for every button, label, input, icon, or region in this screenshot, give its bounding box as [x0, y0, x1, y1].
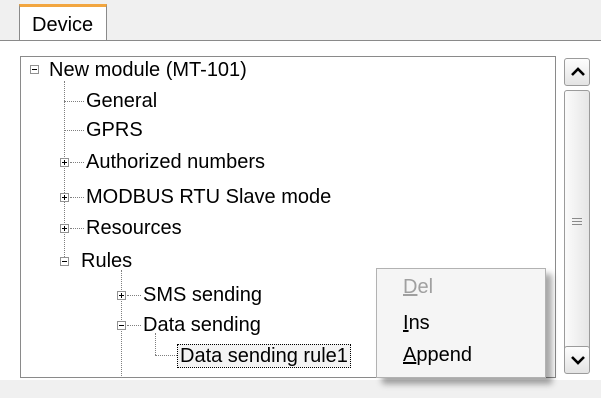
bottom-bar	[0, 380, 601, 398]
tree-line	[70, 197, 84, 198]
scroll-grip-icon	[572, 218, 582, 226]
scroll-up-button[interactable]	[564, 58, 590, 86]
tab-device[interactable]: Device	[19, 4, 107, 41]
tree-node-modbus-rtu[interactable]: MODBUS RTU Slave mode	[86, 185, 331, 209]
tree-node-general[interactable]: General	[86, 89, 157, 113]
collapse-icon[interactable]	[60, 257, 69, 266]
tree-line	[70, 162, 84, 163]
chevron-up-icon	[571, 67, 585, 76]
menu-item-del[interactable]: Del	[403, 275, 433, 299]
scroll-thumb[interactable]	[564, 90, 590, 358]
menu-item-del-accel: D	[403, 276, 418, 298]
tree-node-gprs[interactable]: GPRS	[86, 118, 143, 142]
menu-item-ins-label: ns	[408, 312, 430, 334]
expand-icon[interactable]	[60, 193, 69, 202]
tree-line	[155, 355, 177, 356]
expand-icon[interactable]	[60, 158, 69, 167]
tree-node-authorized-numbers[interactable]: Authorized numbers	[86, 150, 265, 174]
tree-node-data-sending-rule1[interactable]: Data sending rule1	[177, 344, 351, 368]
tree-vertical-scrollbar[interactable]	[564, 56, 592, 378]
scroll-down-button[interactable]	[564, 346, 590, 374]
menu-item-del-label: el	[417, 276, 434, 298]
tree-line	[127, 325, 141, 326]
chevron-down-icon	[571, 356, 585, 365]
collapse-icon[interactable]	[117, 321, 126, 330]
menu-item-append[interactable]: Append	[403, 343, 472, 367]
tree-node-data-sending[interactable]: Data sending	[143, 313, 261, 337]
menu-item-append-label: ppend	[416, 344, 472, 366]
tree-line	[64, 101, 84, 102]
tree-node-sms-sending[interactable]: SMS sending	[143, 283, 262, 307]
menu-item-ins[interactable]: Ins	[403, 311, 430, 335]
collapse-icon[interactable]	[30, 65, 39, 74]
tab-device-label: Device	[32, 14, 94, 36]
context-menu: Del Ins Append	[376, 268, 546, 378]
tree-line	[70, 228, 84, 229]
expand-icon[interactable]	[60, 224, 69, 233]
tree-line	[127, 295, 141, 296]
tree-node-resources[interactable]: Resources	[86, 216, 182, 240]
menu-item-append-accel: A	[403, 344, 417, 366]
tree-line	[64, 81, 65, 261]
tree-line	[64, 130, 84, 131]
tree-node-root[interactable]: New module (MT-101)	[49, 58, 247, 82]
expand-icon[interactable]	[117, 291, 126, 300]
tree-node-rules[interactable]: Rules	[81, 249, 132, 273]
